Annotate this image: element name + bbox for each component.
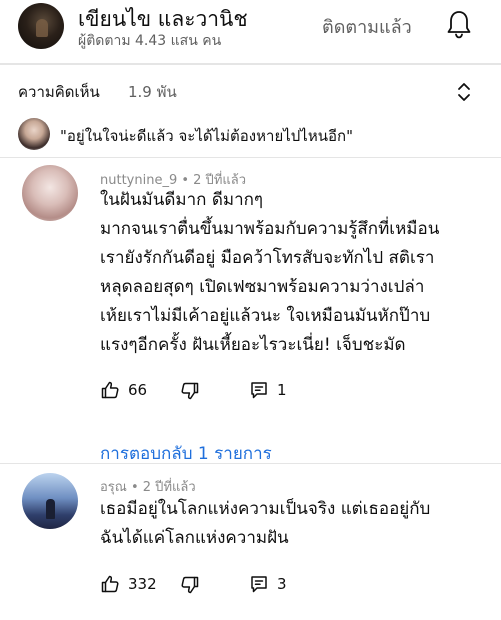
comment-text: ในฝันมันดีมาก ดีมากๆ มากจนเราตื่นขึ้นมาพ…	[100, 186, 439, 360]
header-divider	[0, 63, 501, 65]
comments-title: ความคิดเห็น	[18, 83, 100, 101]
comment-avatar[interactable]	[22, 165, 78, 221]
subscriber-count: ผู้ติดตาม 4.43 แสน คน	[78, 33, 222, 49]
pinned-comment[interactable]: "อยู่ในใจน่ะดีแล้ว จะได้ไม่ต้องหายไปไหนอ…	[0, 112, 501, 158]
subscribed-button[interactable]: ติดตามแล้ว	[322, 12, 412, 41]
like-count: 66	[128, 381, 148, 399]
reply-count: 3	[277, 575, 287, 593]
comment-divider	[0, 463, 501, 464]
reply-icon	[251, 382, 267, 399]
reply-button[interactable]: 3	[249, 574, 287, 594]
channel-header: เขียนไข และวานิช ผู้ติดตาม 4.43 แสน คน ต…	[0, 0, 501, 54]
thumbs-down-icon	[181, 576, 199, 594]
comments-count: 1.9 พัน	[128, 83, 177, 101]
comment-line: เห้ยเราไม่มีเค้าอยู่แล้วนะ ใจเหมือนมันหั…	[100, 306, 431, 326]
comment-line: ฉันได้แค่โลกแห่งความฝัน	[100, 528, 289, 548]
dislike-button[interactable]	[180, 575, 200, 595]
sort-icon[interactable]	[457, 81, 471, 103]
reply-icon	[251, 576, 267, 593]
thumbs-up-icon	[101, 381, 119, 399]
like-count: 332	[128, 575, 157, 593]
comment-author[interactable]: อรุณ • 2 ปีที่แล้ว	[100, 476, 196, 497]
pinned-avatar	[18, 118, 50, 150]
reply-button[interactable]: 1	[249, 380, 287, 400]
thumbs-up-icon	[101, 575, 119, 593]
dislike-button[interactable]	[180, 381, 200, 401]
comment-line: เรายังรักกันดีอยู่ มือคว้าโทรสับจะทักไป …	[100, 248, 435, 268]
comment-avatar[interactable]	[22, 473, 78, 529]
comment-line: แรงๆอีกครั้ง ฝันเหี้ยอะไรวะเนี่ย! เจ็บชะ…	[100, 335, 406, 355]
comment-line: หลุดลอยสุดๆ เปิดเฟซมาพร้อมความว่างเปล่า	[100, 277, 425, 297]
comment-line: ในฝันมันดีมาก ดีมากๆ	[100, 190, 264, 210]
pinned-comment-text: "อยู่ในใจน่ะดีแล้ว จะได้ไม่ต้องหายไปไหนอ…	[60, 127, 353, 145]
like-button[interactable]: 66	[100, 380, 147, 400]
like-button[interactable]: 332	[100, 574, 157, 594]
thumbs-down-icon	[181, 382, 199, 400]
reply-count: 1	[277, 381, 287, 399]
channel-avatar[interactable]	[18, 3, 64, 49]
bell-icon[interactable]	[446, 9, 472, 39]
comment-text: เธอมีอยู่ในโลกแห่งความเป็นจริง แต่เธออยู…	[100, 495, 430, 553]
comment-line: มากจนเราตื่นขึ้นมาพร้อมกับความรู้สึกที่เ…	[100, 219, 440, 239]
comment-line: เธอมีอยู่ในโลกแห่งความเป็นจริง แต่เธออยู…	[100, 499, 431, 519]
